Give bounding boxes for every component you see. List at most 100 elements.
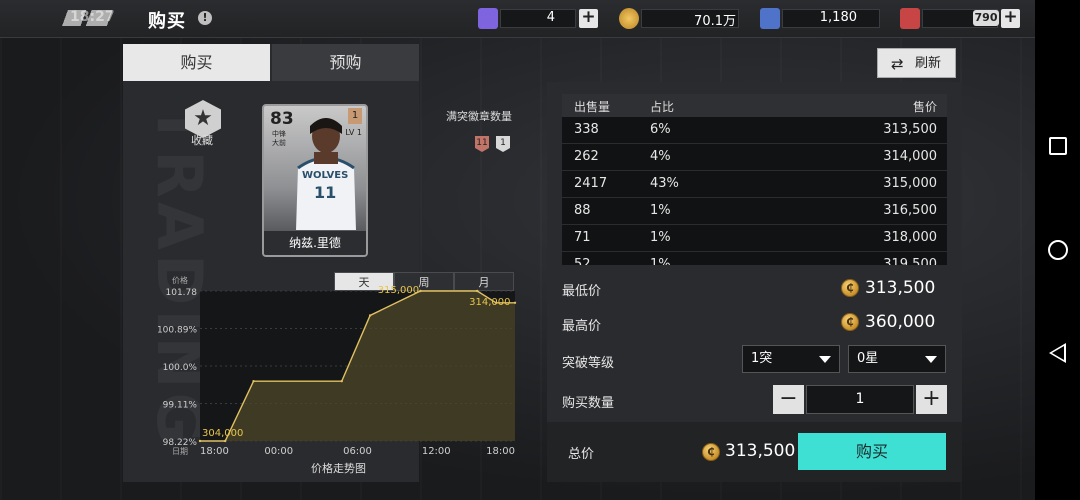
cell-price: 316,500 (883, 203, 937, 218)
price-point (368, 314, 372, 317)
cell-qty: 88 (574, 203, 591, 218)
cell-price: 314,000 (883, 149, 937, 164)
total-value: 313,500 (725, 441, 796, 461)
y-tick-label: 100.0% (163, 363, 198, 373)
cell-price: 313,500 (883, 122, 937, 137)
price-point (340, 379, 343, 383)
home-icon[interactable] (1048, 240, 1068, 260)
resource-value: 1,180 (819, 10, 857, 25)
decrease-quantity-button[interactable]: − (773, 385, 804, 414)
cell-price: 315,000 (883, 176, 937, 191)
back-icon[interactable] (1049, 343, 1066, 363)
y-tick-label: 99.11% (163, 401, 198, 411)
cell-ratio: 43% (650, 176, 679, 191)
break-level-label: 突破等级 (562, 356, 615, 371)
coin-icon: ₵ (841, 313, 859, 331)
table-row[interactable]: 2417 43% 315,000 (562, 171, 947, 198)
coin-icon: ₵ (841, 279, 859, 297)
table-row[interactable]: 262 4% 314,000 (562, 144, 947, 171)
favorite-label: 收藏 (191, 134, 213, 147)
packs-value: 790 (973, 10, 999, 26)
jersey-number: 11 (314, 183, 337, 202)
resource-value: 70.1万 (694, 14, 736, 29)
break-level-select[interactable]: 1突 (742, 345, 840, 373)
increase-quantity-button[interactable]: + (916, 385, 947, 414)
cell-qty: 71 (574, 230, 591, 245)
table-row[interactable]: 52 1% 319,500 (562, 252, 947, 265)
refresh-button[interactable]: ⇄ 刷新 (877, 48, 956, 78)
x-axis-label: 日期 (172, 447, 188, 456)
table-row[interactable]: 71 1% 318,000 (562, 225, 947, 252)
header-ratio: 占比 (650, 100, 675, 114)
cell-ratio: 1% (650, 203, 671, 218)
y-axis-label: 价格 (172, 275, 188, 285)
ticket-icon (478, 8, 498, 29)
cell-ratio: 1% (650, 230, 671, 245)
cell-qty: 52 (574, 257, 591, 265)
system-nav-bar (1035, 0, 1080, 500)
tab-buy[interactable]: 购买 (123, 44, 270, 81)
mode-tabs: 购买 预购 (123, 44, 419, 81)
x-tick-label: 12:00 (422, 446, 451, 457)
x-tick-label: 18:00 (486, 446, 515, 457)
price-point (224, 439, 227, 443)
min-price-label: 最低价 (562, 284, 602, 299)
x-tick-label: 06:00 (343, 446, 372, 457)
table-row[interactable]: 338 6% 313,500 (562, 117, 947, 144)
coin-icon: ₵ (702, 443, 720, 461)
price-trend-chart: 101.78100.89%100.0%99.11%98.22%价格日期 18:00… (157, 275, 517, 457)
price-annotation: 304,000 (202, 428, 243, 439)
price-point (419, 289, 422, 293)
header-price: 售价 (912, 100, 937, 114)
player-name: 纳兹.里德 (264, 231, 366, 255)
y-tick-label: 101.78 (166, 288, 198, 298)
team-name: WOLVES (302, 170, 349, 181)
table-row[interactable]: 88 1% 316,500 (562, 198, 947, 225)
page-title: 购买 (148, 11, 186, 32)
header-qty: 出售量 (574, 100, 611, 114)
x-tick-label: 18:00 (200, 446, 229, 457)
status-clock: 18:27 (70, 9, 115, 25)
cell-ratio: 4% (650, 149, 671, 164)
sell-orders-table[interactable]: 出售量 占比 售价 338 6% 313,500 262 4% 314,000 2417 43… (562, 94, 947, 265)
chevron-down-icon (925, 356, 937, 363)
add-packs-button[interactable]: + (1001, 9, 1020, 28)
tab-preorder[interactable]: 预购 (272, 44, 419, 81)
coin-icon (619, 8, 639, 29)
recent-apps-icon[interactable] (1049, 137, 1067, 155)
add-tickets-button[interactable]: + (579, 9, 598, 28)
refresh-icon: ⇄ (891, 55, 904, 73)
player-card[interactable]: 83 中锋 大前 WOLVES 11 1 LV 1 纳兹.里德 (262, 104, 368, 257)
cell-qty: 338 (574, 122, 599, 137)
quantity-label: 购买数量 (562, 396, 615, 411)
resource-badges: 1,180 (760, 8, 882, 29)
cell-price: 318,000 (883, 230, 937, 245)
max-price-value: 360,000 (865, 312, 936, 332)
star-icon: ★ (193, 106, 213, 131)
cell-price: 319,500 (883, 257, 937, 265)
player-position: 中锋 大前 (272, 130, 286, 147)
cell-ratio: 6% (650, 122, 671, 137)
buy-button[interactable]: 购买 (798, 433, 946, 470)
level-badge: 1 (348, 108, 362, 124)
star-level-select[interactable]: 0星 (848, 345, 946, 373)
badge-count-title: 满突徽章数量 (446, 110, 512, 123)
top-bar: 18:27 购买 ! 4 + 70.1万 1,180 + 790 (0, 0, 1035, 38)
resource-packs: + (900, 8, 1022, 29)
min-price-value: 313,500 (865, 278, 936, 298)
price-annotation: 314,000 (469, 297, 510, 308)
resource-tickets: 4 + (478, 8, 598, 29)
quantity-stepper[interactable]: 1 (806, 385, 914, 414)
info-icon[interactable]: ! (198, 11, 212, 25)
chevron-down-icon (819, 356, 831, 363)
resource-coins: 70.1万 (619, 8, 741, 29)
refresh-label: 刷新 (915, 56, 942, 71)
max-price-label: 最高价 (562, 319, 602, 334)
cell-qty: 262 (574, 149, 599, 164)
resource-value: 4 (546, 10, 555, 25)
level-text: LV 1 (345, 128, 362, 137)
cell-qty: 2417 (574, 176, 608, 191)
price-annotation: 315,000 (378, 285, 419, 296)
price-point (198, 439, 202, 443)
chart-caption: 价格走势图 (311, 462, 366, 475)
